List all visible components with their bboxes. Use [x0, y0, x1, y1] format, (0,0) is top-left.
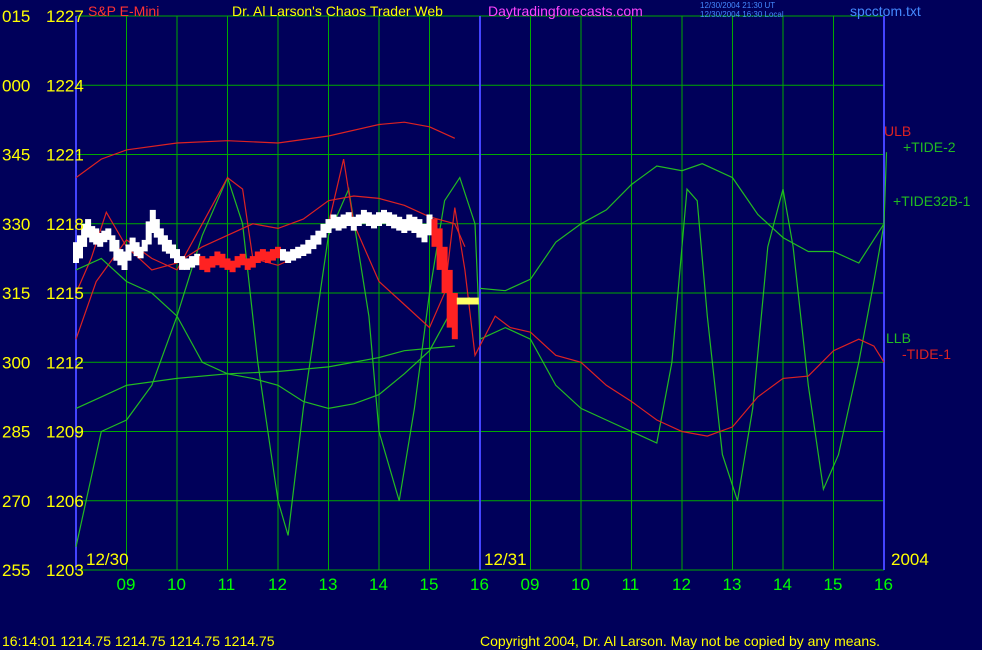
y-tick-angle: 000 [2, 76, 30, 95]
x-tick-label: 12 [268, 575, 287, 594]
y-tick-angle: 330 [2, 215, 30, 234]
series-label-llb: LLB [886, 330, 911, 346]
site-label: Daytradingforecasts.com [488, 3, 643, 19]
y-tick-price: 1215 [46, 284, 84, 303]
series-label-tide32b-1: +TIDE32B-1 [893, 193, 971, 209]
grid [75, 15, 885, 571]
series-ulb [75, 121, 456, 179]
x-tick-label: 10 [571, 575, 590, 594]
year-label: 2004 [891, 550, 929, 569]
x-tick-label: 15 [420, 575, 439, 594]
x-tick-label: 15 [824, 575, 843, 594]
y-tick-angle: 285 [2, 423, 30, 442]
price-bars [73, 209, 479, 340]
y-tick-angle: 255 [2, 561, 30, 580]
series-envelope-lower [75, 257, 471, 410]
x-tick-label: 09 [117, 575, 136, 594]
quote-readout: 16:14:01 1214.75 1214.75 1214.75 1214.75 [2, 633, 275, 649]
x-tick-label: 12 [672, 575, 691, 594]
y-tick-angle: 270 [2, 492, 30, 511]
chart-title: Dr. Al Larson's Chaos Trader Web [232, 3, 443, 19]
price-bar [456, 297, 479, 305]
x-tick-label: 14 [369, 575, 388, 594]
y-tick-angle: 300 [2, 353, 30, 372]
chart-window: { "header": { "instrument": "S&P E-Mini"… [0, 0, 982, 650]
x-tick-label: 14 [773, 575, 792, 594]
series-label-tide-2: +TIDE-2 [903, 139, 956, 155]
y-tick-price: 1224 [46, 76, 84, 95]
chart-canvas: 015 1227000 1224345 1221330 1218315 1215300 12… [2, 1, 971, 649]
series-label-ulb: ULB [884, 123, 911, 139]
x-tick-label: 09 [521, 575, 540, 594]
file-label: spcctom.txt [850, 3, 921, 19]
y-tick-price: 1212 [46, 353, 84, 372]
series-label-tide-1: -TIDE-1 [902, 346, 951, 362]
y-tick-price: 1203 [46, 561, 84, 580]
date-label-1230: 12/30 [86, 550, 129, 569]
y-tick-price: 1221 [46, 146, 84, 165]
x-tick-label: 13 [723, 575, 742, 594]
x-tick-label: 16 [874, 575, 893, 594]
local-timestamp: 12/30/2004 16:30 Local [700, 10, 784, 19]
series-layer [75, 121, 888, 548]
y-tick-price: 1209 [46, 423, 84, 442]
instrument-label: S&P E-Mini [88, 3, 159, 19]
y-tick-price: 1227 [46, 7, 84, 26]
x-tick-label: 11 [218, 575, 236, 594]
date-label-1231: 12/31 [484, 550, 527, 569]
x-tick-label: 11 [622, 575, 640, 594]
y-tick-price: 1206 [46, 492, 84, 511]
series-llb [75, 345, 455, 409]
utc-timestamp: 12/30/2004 21:30 UT [700, 1, 775, 10]
series--tide-2 [479, 152, 888, 292]
x-tick-label: 10 [167, 575, 186, 594]
x-tick-label: 16 [470, 575, 489, 594]
y-tick-angle: 315 [2, 284, 30, 303]
x-tick-label: 13 [319, 575, 338, 594]
copyright: Copyright 2004, Dr. Al Larson. May not b… [480, 633, 880, 649]
y-tick-price: 1218 [46, 215, 84, 234]
y-tick-angle: 345 [2, 146, 30, 165]
y-tick-angle: 015 [2, 7, 30, 26]
